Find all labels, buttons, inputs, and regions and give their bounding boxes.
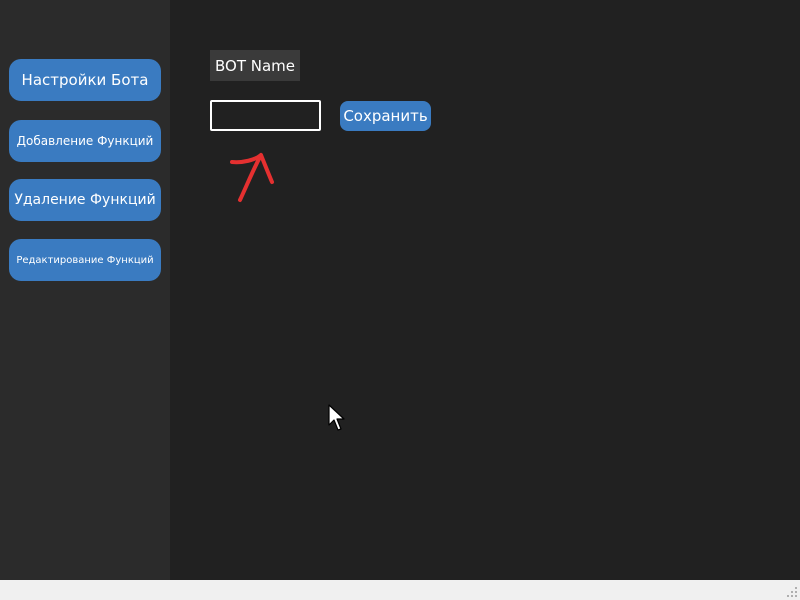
red-hand-drawn-arrow-icon [230,153,274,202]
main-panel: BOT Name Сохранить [170,0,800,580]
mouse-cursor-icon [328,404,345,431]
save-button[interactable]: Сохранить [340,101,431,131]
edit-functions-button[interactable]: Редактирование Функций [9,239,161,281]
bot-settings-button[interactable]: Настройки Бота [9,59,161,101]
add-functions-button[interactable]: Добавление Функций [9,120,161,162]
bot-name-label: BOT Name [210,50,301,81]
size-grip-icon[interactable] [786,586,798,598]
delete-functions-button[interactable]: Удаление Функций [9,179,161,221]
sidebar: Настройки Бота Добавление Функций Удален… [0,0,170,580]
bot-name-input[interactable] [210,100,321,131]
app-window: Настройки Бота Добавление Функций Удален… [0,0,800,600]
status-bar [0,580,800,600]
